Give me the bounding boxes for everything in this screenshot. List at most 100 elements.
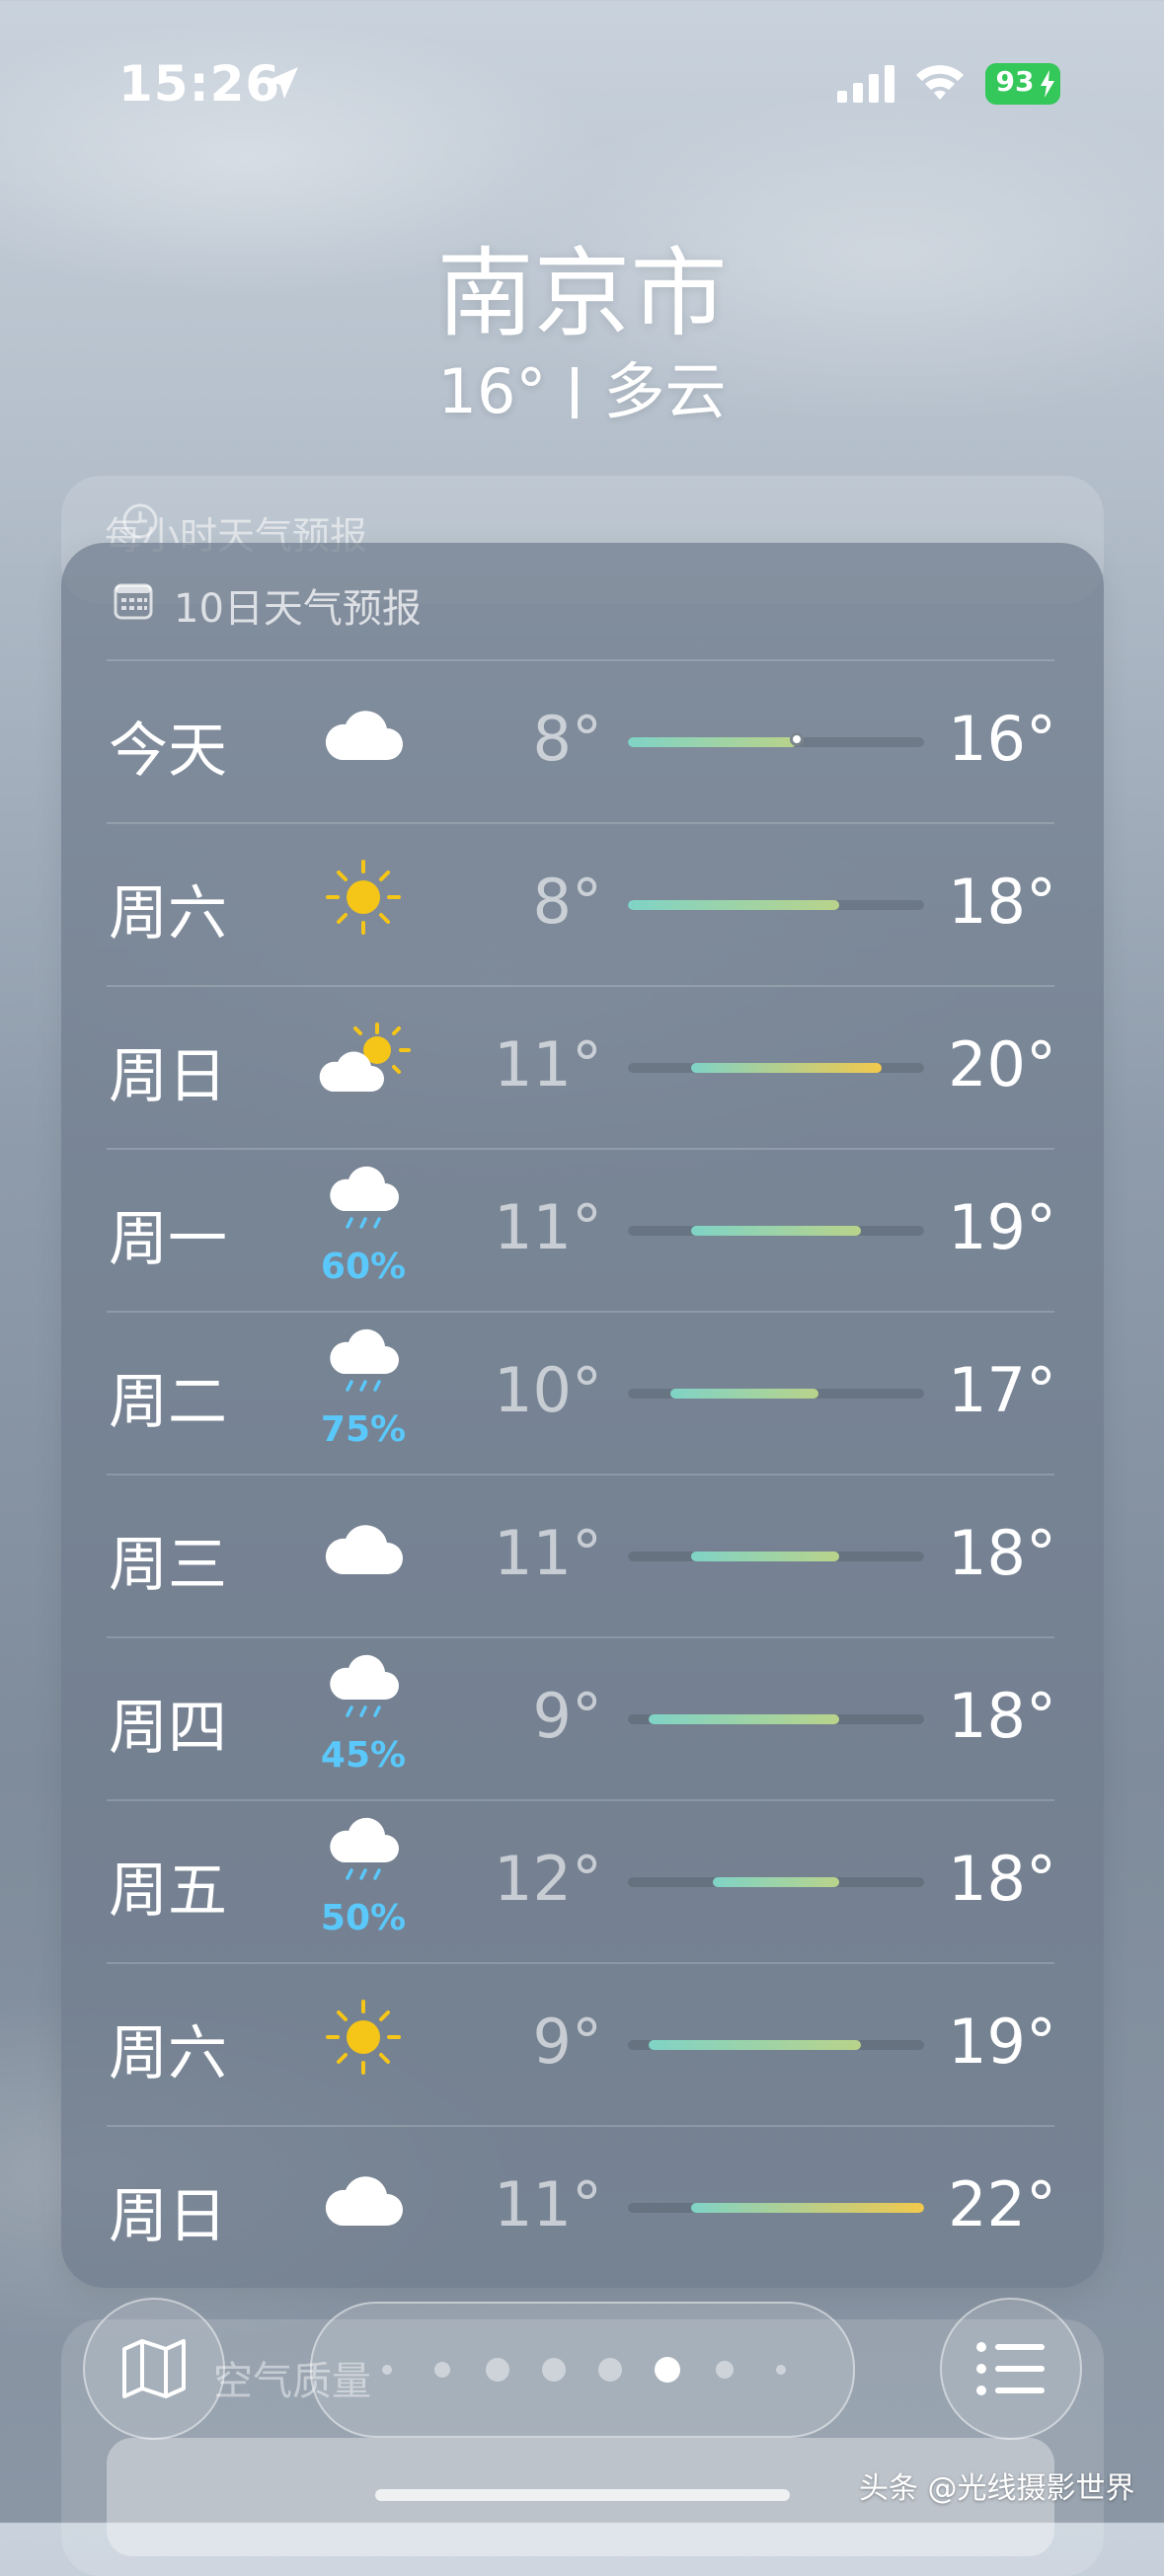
temp-range-fill (628, 900, 840, 910)
page-dot (486, 2358, 509, 2382)
temp-range-bar (628, 2040, 924, 2050)
separator (572, 367, 579, 418)
precip-chance: 75% (320, 1409, 407, 1450)
temp-range-bar (628, 1226, 924, 1236)
page-dot (598, 2358, 622, 2382)
forecast-row[interactable]: 周日 11° 20° (0, 985, 1164, 1148)
precip-chance: 60% (320, 1247, 407, 1287)
battery-level: 93 (995, 65, 1035, 98)
temp-range-fill (669, 1389, 818, 1399)
sun-icon (314, 858, 413, 937)
watermark: 头条 @光线摄影世界 (859, 2471, 1135, 2506)
temp-range-fill (691, 1226, 861, 1236)
page-dot (434, 2362, 450, 2378)
temp-range-fill (691, 2203, 924, 2213)
forecast-day: 周四 (109, 1694, 227, 1763)
temp-range-fill (691, 1063, 883, 1073)
high-temp: 18° (948, 1680, 1056, 1752)
list-icon (976, 2342, 1045, 2395)
cloud-icon (314, 2160, 413, 2239)
page-dots (382, 2357, 786, 2383)
rain-cloud-icon (314, 1652, 413, 1731)
forecast-row[interactable]: 周二 75% 10° 17° (0, 1311, 1164, 1474)
rain-cloud-icon (314, 1326, 413, 1405)
high-temp: 18° (948, 1843, 1056, 1915)
high-temp: 22° (948, 2168, 1056, 2240)
temp-range-fill (628, 737, 798, 747)
temp-range-bar (628, 1389, 924, 1399)
low-temp: 11° (494, 1191, 602, 1263)
forecast-day: 周六 (109, 2019, 227, 2088)
forecast-day: 周日 (109, 1042, 227, 1111)
temp-range-bar (628, 900, 924, 910)
forecast-day: 周一 (109, 1205, 227, 1274)
high-temp: 16° (948, 703, 1056, 775)
status-time: 15:26 (118, 55, 281, 113)
temp-range-fill (691, 1552, 840, 1561)
forecast-row[interactable]: 周日 11° 22° (0, 2125, 1164, 2288)
low-temp: 11° (494, 1028, 602, 1100)
temp-range-fill (712, 1877, 840, 1887)
city-list-button[interactable] (940, 2298, 1082, 2440)
low-temp: 9° (532, 1680, 602, 1752)
forecast-day: 今天 (109, 717, 227, 786)
sun-icon (314, 1998, 413, 2077)
forecast-row[interactable]: 周四 45% 9° 18° (0, 1636, 1164, 1799)
page-dot (542, 2358, 566, 2382)
current-condition: 多云 (603, 355, 727, 427)
home-indicator[interactable] (375, 2489, 790, 2501)
forecast-row[interactable]: 周五 50% 12° 18° (0, 1799, 1164, 1962)
precip-chance: 45% (320, 1735, 407, 1776)
high-temp: 19° (948, 1191, 1056, 1263)
rain-cloud-icon (314, 1164, 413, 1243)
status-bar: 15:26 93 (0, 0, 1164, 158)
forecast-row[interactable]: 周六 9° 19° (0, 1962, 1164, 2125)
rain-cloud-icon (314, 1815, 413, 1894)
cellular-signal-icon (837, 65, 894, 103)
city-name: 南京市 (436, 238, 728, 350)
forecast-day: 周五 (109, 1856, 227, 1926)
temp-range-bar (628, 2203, 924, 2213)
low-temp: 11° (494, 1517, 602, 1589)
location-arrow-icon (267, 67, 298, 99)
forecast-card-title: 10日天气预报 (174, 586, 422, 632)
forecast-row[interactable]: 周三 11° 18° (0, 1474, 1164, 1636)
battery-indicator: 93 (985, 63, 1060, 105)
forecast-row[interactable]: 周一 60% 11° 19° (0, 1148, 1164, 1311)
high-temp: 18° (948, 866, 1056, 938)
cloud-icon (314, 695, 413, 774)
forecast-row[interactable]: 周六 8° 18° (0, 822, 1164, 985)
forecast-day: 周六 (109, 879, 227, 948)
forecast-day: 周日 (109, 2182, 227, 2251)
current-conditions: 16° 多云 (0, 341, 1164, 430)
high-temp: 17° (948, 1354, 1056, 1426)
precip-chance: 50% (320, 1898, 407, 1938)
calendar-icon (114, 583, 153, 620)
low-temp: 12° (494, 1843, 602, 1915)
charging-bolt-icon (1041, 70, 1054, 98)
low-temp: 11° (494, 2168, 602, 2240)
temp-range-fill (649, 2040, 861, 2050)
page-dot (716, 2361, 734, 2379)
low-temp: 8° (532, 866, 602, 938)
page-indicator[interactable] (310, 2302, 855, 2438)
low-temp: 9° (532, 2006, 602, 2078)
forecast-day: 周三 (109, 1531, 227, 1600)
cloud-icon (314, 1509, 413, 1588)
partly-sunny-icon (314, 1021, 413, 1099)
map-icon (122, 2339, 186, 2398)
temp-range-bar (628, 1714, 924, 1724)
low-temp: 8° (532, 703, 602, 775)
map-button[interactable] (83, 2298, 225, 2440)
current-temperature: 16° (437, 355, 547, 427)
low-temp: 10° (494, 1354, 602, 1426)
temp-range-bar (628, 1552, 924, 1561)
high-temp: 20° (948, 1028, 1056, 1100)
temp-range-fill (649, 1714, 840, 1724)
high-temp: 18° (948, 1517, 1056, 1589)
high-temp: 19° (948, 2006, 1056, 2078)
temp-range-bar (628, 1063, 924, 1073)
forecast-day: 周二 (109, 1368, 227, 1437)
temp-range-bar (628, 1877, 924, 1887)
forecast-row[interactable]: 今天 8° 16° (0, 659, 1164, 822)
